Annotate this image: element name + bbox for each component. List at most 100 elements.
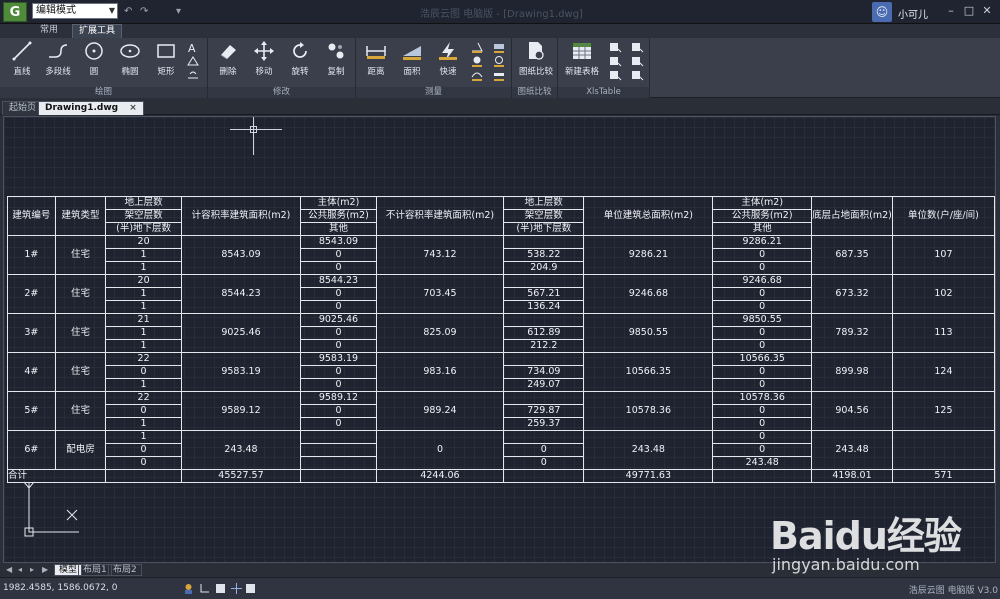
cell-main-area: 0 [300,417,377,431]
new-table-button[interactable]: 新建表格 [562,40,602,80]
polyline-button[interactable]: 多段线 [40,40,76,80]
rectangle-button[interactable]: 矩形 [148,40,184,80]
cell-main-area: 0 [300,365,377,379]
drawing-canvas[interactable]: 建筑编号 建筑类型 地上层数 计容积率建筑面积(m2) 主体(m2) 不计容积率… [3,116,996,563]
arc-length-icon[interactable] [492,55,506,67]
table-export-icon[interactable] [630,55,644,67]
osnap-icon[interactable] [231,583,242,594]
ortho-icon[interactable] [199,583,210,594]
user-name[interactable]: 小可儿 [898,6,928,21]
cell-building-id: 5# [7,391,56,431]
cell-footprint: 899.98 [811,352,893,392]
cell-main-area-2: 9286.21 [712,235,813,249]
redo-icon[interactable]: ↷ [140,6,154,18]
rotate-button[interactable]: 旋转 [282,40,318,80]
cell-building-type: 住宅 [54,391,107,431]
hatch-icon[interactable] [186,55,200,67]
cell-total-area: 10578.36 [583,391,714,431]
polar-icon[interactable] [245,583,256,594]
close-tab-icon[interactable]: × [129,103,137,113]
circle-button[interactable]: 圆 [76,40,112,80]
polyline-icon [49,44,68,58]
tab-layout1[interactable]: 布局1 [78,564,112,576]
copy-button[interactable]: 复制 [318,40,354,80]
tab-layout2[interactable]: 布局2 [108,564,142,576]
erase-button[interactable]: 删除 [210,40,246,80]
undo-icon[interactable]: ↶ [124,6,138,18]
cell-non-far-floors: 212.2 [503,339,585,353]
close-icon[interactable]: ✕ [980,4,994,18]
cell-main-area: 0 [300,339,377,353]
distance-button[interactable]: 距离 [358,40,394,80]
cell-non-far-floors [503,391,585,405]
header-footprint: 底层占地面积(m2) [811,196,893,236]
arc-measure-icon[interactable] [470,69,484,81]
cell-footprint: 789.32 [811,313,893,353]
cell-main-area: 0 [300,404,377,418]
user-avatar[interactable]: ☺ [872,2,892,22]
cell-total-units: 571 [891,469,995,483]
table-update-icon[interactable] [630,69,644,81]
cell-main-area: 9589.12 [300,391,377,405]
cell-main-area: 0 [300,326,377,340]
cell-main-area: 9025.46 [300,313,377,327]
table-row: 6# 配电房 1 243.48 0 243.48 0 243.48 [7,430,995,470]
grid-icon[interactable] [215,583,226,594]
table-import-icon[interactable] [608,55,622,67]
title-bar: G 编辑模式 ▼ ↶ ↷ ▾ 浩辰云图 电脑版 - [Drawing1.dwg]… [0,0,1000,24]
quick-measure-button[interactable]: 快速 [430,40,466,80]
line-button[interactable]: 直线 [4,40,40,80]
table-edit-icon[interactable] [630,41,644,53]
group-xlstable-label: XlsTable [558,87,649,98]
coordinate-icon[interactable] [492,41,506,53]
drawing-compare-button[interactable]: 图纸比较 [516,40,556,80]
maximize-icon[interactable]: □ [962,4,976,18]
tab-drawing1-label: Drawing1.dwg [45,103,119,113]
cell-non-far-floors: 0 [503,456,585,470]
angle-measure-icon[interactable] [470,41,484,53]
prev-tab-icon[interactable]: ◂ [18,565,22,574]
table-body: 建筑编号 建筑类型 地上层数 计容积率建筑面积(m2) 主体(m2) 不计容积率… [6,196,995,483]
app-logo[interactable]: G [3,2,27,22]
area-button[interactable]: 面积 [394,40,430,80]
mode-select[interactable]: 编辑模式 ▼ [32,3,118,19]
tab-common[interactable]: 常用 [34,24,64,38]
header-units: 单位数(户/座/间) [891,196,995,236]
building-area-table[interactable]: 建筑编号 建筑类型 地上层数 计容积率建筑面积(m2) 主体(m2) 不计容积率… [6,196,995,483]
minimize-icon[interactable]: – [944,4,958,18]
cell-floors: 22 [105,391,182,405]
tab-extended-tools[interactable]: 扩展工具 [72,24,123,38]
ellipse-button[interactable]: 椭圆 [112,40,148,80]
cell-non-far-floors [503,313,585,327]
customize-quick-access-icon[interactable]: ▾ [176,6,190,18]
move-button[interactable]: 移动 [246,40,282,80]
watermark-main: Baidu经验 [770,514,962,558]
cell-floors: 0 [105,404,182,418]
text-icon[interactable]: A [186,41,200,53]
region-icon[interactable] [186,69,200,81]
table-link-icon[interactable] [608,69,622,81]
cell-main-area-2: 0 [712,430,813,444]
group-xlstable: 新建表格 XlsTable [558,38,650,98]
group-measure-label: 测量 [356,87,511,98]
svg-text:A: A [188,42,196,53]
tab-start-page[interactable]: 起始页 [2,101,44,115]
cell-non-far-floors: 729.87 [503,404,585,418]
cell-main-area [300,456,377,470]
snap-person-icon[interactable] [183,583,194,594]
cell-floors: 1 [105,326,182,340]
first-tab-icon[interactable]: ◀ [6,565,12,574]
cell-total-area: 10566.35 [583,352,714,392]
cell-non-far-floors: 249.07 [503,378,585,392]
next-tab-icon[interactable]: ▸ [30,565,34,574]
cell-main-area-2: 0 [712,404,813,418]
tab-drawing1[interactable]: Drawing1.dwg × [38,101,144,115]
last-tab-icon[interactable]: ▶ [42,565,48,574]
cell-total-area: 9246.68 [583,274,714,314]
clear-measure-icon[interactable] [492,69,506,81]
radius-measure-icon[interactable] [470,55,484,67]
table-insert-icon[interactable] [608,41,622,53]
cell-main-area: 9583.19 [300,352,377,366]
header-other-2: 其他 [712,222,813,236]
header-floor-above: 地上层数 [105,196,182,210]
